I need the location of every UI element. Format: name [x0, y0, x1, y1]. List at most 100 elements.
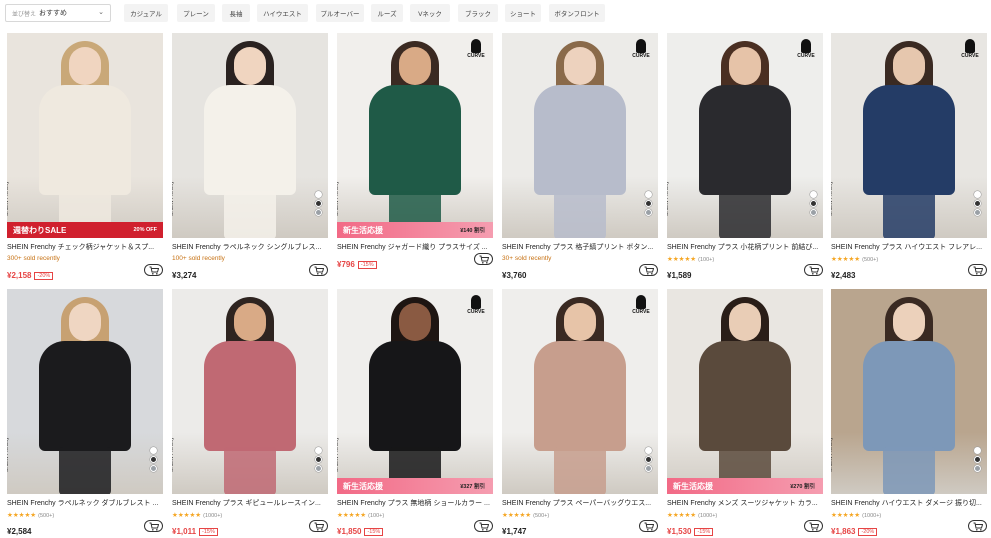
color-swatch[interactable] [315, 209, 322, 216]
product-image[interactable]: 新生活応援 ¥270 割引 [667, 289, 823, 494]
product-title[interactable]: SHEIN Frenchy メンズ スーツジャケット カラ... [667, 498, 823, 508]
color-swatch[interactable] [974, 456, 981, 463]
add-to-cart-button[interactable] [474, 253, 493, 265]
filter-chip[interactable]: 長袖 [222, 4, 250, 22]
cart-icon [644, 522, 654, 531]
color-swatch[interactable] [974, 465, 981, 472]
product-image[interactable]: SHEIN Frenchy CURVE [667, 33, 823, 238]
color-swatch[interactable] [645, 447, 652, 454]
color-swatch[interactable] [315, 191, 322, 198]
brand-vertical-label: SHEIN Frenchy [7, 437, 10, 472]
filter-chip[interactable]: ルーズ [371, 4, 403, 22]
filter-chip[interactable]: ショート [505, 4, 541, 22]
sort-dropdown[interactable]: 並び替え おすすめ ⌄ [5, 4, 111, 22]
product-title[interactable]: SHEIN Frenchy チェック柄ジャケット＆スプ... [7, 242, 163, 252]
product-title[interactable]: SHEIN Frenchy ハイウエスト ダメージ 振り切... [831, 498, 987, 508]
product-image[interactable]: SHEIN Frenchy CURVE 新生活応援 ¥327 割引 [337, 289, 493, 494]
model-outfit [39, 341, 131, 451]
product-card[interactable]: SHEIN Frenchy CURVE SHEIN Frenchy プラス 小花柄プ… [667, 33, 823, 280]
product-image[interactable]: SHEIN Frenchy CURVE 新生活応援 ¥140 割引 [337, 33, 493, 238]
filter-chip[interactable]: プルオーバー [316, 4, 364, 22]
add-to-cart-button[interactable] [309, 520, 328, 532]
model-face [729, 303, 761, 341]
add-to-cart-button[interactable] [639, 264, 658, 276]
product-card[interactable]: SHEIN Frenchy SHEIN Frenchy ハイウエスト ダメージ 振… [831, 289, 987, 536]
add-to-cart-button[interactable] [144, 264, 163, 276]
product-image[interactable]: CURVE [502, 33, 658, 238]
color-swatch[interactable] [150, 447, 157, 454]
rating-stars: ★★★★★ (1000+) [172, 511, 328, 519]
color-swatch[interactable] [315, 456, 322, 463]
product-card[interactable]: CURVE SHEIN Frenchy プラス 格子縞プリント ボタン... 30+… [502, 33, 658, 280]
filter-chip[interactable]: ボタンフロント [549, 4, 605, 22]
product-title[interactable]: SHEIN Frenchy プラス ペーパーバッグウエス... [502, 498, 658, 508]
product-image[interactable]: SHEIN Frenchy CURVE [831, 33, 987, 238]
add-to-cart-button[interactable] [968, 264, 987, 276]
model-legs [554, 447, 606, 494]
color-swatch[interactable] [645, 456, 652, 463]
add-to-cart-button[interactable] [968, 520, 987, 532]
product-card[interactable]: SHEIN Frenchy 週替わりSALE 20% OFF SHEIN French… [7, 33, 163, 280]
color-swatch[interactable] [974, 447, 981, 454]
add-to-cart-button[interactable] [639, 520, 658, 532]
product-title[interactable]: SHEIN Frenchy プラス 無地柄 ショールカラー ... [337, 498, 493, 508]
product-image[interactable]: SHEIN Frenchy [172, 33, 328, 238]
product-image[interactable]: SHEIN Frenchy [7, 289, 163, 494]
color-swatch[interactable] [645, 465, 652, 472]
color-swatch[interactable] [645, 191, 652, 198]
filter-chip[interactable]: ブラック [458, 4, 498, 22]
product-title[interactable]: SHEIN Frenchy ラペルネック ダブルブレスト ... [7, 498, 163, 508]
add-to-cart-button[interactable] [144, 520, 163, 532]
product-image[interactable]: CURVE [502, 289, 658, 494]
product-card[interactable]: SHEIN Frenchy SHEIN Frenchy プラス ギピュールレースイ… [172, 289, 328, 536]
add-to-cart-button[interactable] [474, 520, 493, 532]
product-card[interactable]: 新生活応援 ¥270 割引 SHEIN Frenchy メンズ スーツジャケット カ… [667, 289, 823, 536]
product-title[interactable]: SHEIN Frenchy ラペルネック シングルブレス... [172, 242, 328, 252]
add-to-cart-button[interactable] [804, 520, 823, 532]
color-swatch[interactable] [315, 200, 322, 207]
product-card[interactable]: SHEIN Frenchy CURVE 新生活応援 ¥140 割引 SHEIN Fren… [337, 33, 493, 269]
product-title[interactable]: SHEIN Frenchy ジャガード織り プラスサイズ ... [337, 242, 493, 252]
model-legs [224, 191, 276, 238]
filter-chip[interactable]: Vネック [410, 4, 450, 22]
star-icons: ★★★★★ [667, 512, 697, 519]
product-title[interactable]: SHEIN Frenchy プラス 小花柄プリント 前結び... [667, 242, 823, 252]
brand-vertical-label: SHEIN Frenchy [7, 181, 10, 216]
product-card[interactable]: SHEIN Frenchy SHEIN Frenchy ラペルネック シングルブレ… [172, 33, 328, 280]
filter-chip[interactable]: プレーン [177, 4, 215, 22]
price-row: ¥2,483 [831, 264, 987, 280]
color-swatch[interactable] [150, 456, 157, 463]
color-swatch[interactable] [315, 447, 322, 454]
color-swatch[interactable] [810, 191, 817, 198]
product-image[interactable]: SHEIN Frenchy [831, 289, 987, 494]
color-swatch[interactable] [974, 209, 981, 216]
color-swatch[interactable] [645, 209, 652, 216]
color-swatch[interactable] [974, 191, 981, 198]
color-swatch[interactable] [810, 209, 817, 216]
price-row: ¥1,850 -15% [337, 520, 493, 536]
color-swatch[interactable] [315, 465, 322, 472]
product-image[interactable]: SHEIN Frenchy 週替わりSALE 20% OFF [7, 33, 163, 238]
color-swatch[interactable] [645, 200, 652, 207]
add-to-cart-button[interactable] [804, 264, 823, 276]
product-title[interactable]: SHEIN Frenchy プラス 格子縞プリント ボタン... [502, 242, 658, 252]
color-swatches [315, 447, 322, 472]
product-image[interactable]: SHEIN Frenchy [172, 289, 328, 494]
add-to-cart-button[interactable] [309, 264, 328, 276]
color-swatch[interactable] [974, 200, 981, 207]
curve-badge: CURVE [795, 39, 817, 65]
star-icons: ★★★★★ [337, 512, 367, 519]
brand-vertical-label: SHEIN Frenchy [172, 437, 175, 472]
color-swatch[interactable] [150, 465, 157, 472]
product-title[interactable]: SHEIN Frenchy プラス ハイウエスト フレアレ... [831, 242, 987, 252]
filter-chip[interactable]: カジュアル [124, 4, 168, 22]
product-card[interactable]: SHEIN Frenchy CURVE 新生活応援 ¥327 割引 SHEIN Fren… [337, 289, 493, 536]
product-card[interactable]: CURVE SHEIN Frenchy プラス ペーパーバッグウエス... ★★★★… [502, 289, 658, 536]
filter-chip[interactable]: ハイウエスト [257, 4, 308, 22]
color-swatch[interactable] [810, 200, 817, 207]
product-card[interactable]: SHEIN Frenchy CURVE SHEIN Frenchy プラス ハイウエ… [831, 33, 987, 280]
product-card[interactable]: SHEIN Frenchy SHEIN Frenchy ラペルネック ダブルブレス… [7, 289, 163, 536]
price-row: ¥3,274 [172, 264, 328, 280]
cart-icon [149, 522, 159, 531]
product-title[interactable]: SHEIN Frenchy プラス ギピュールレースイン... [172, 498, 328, 508]
